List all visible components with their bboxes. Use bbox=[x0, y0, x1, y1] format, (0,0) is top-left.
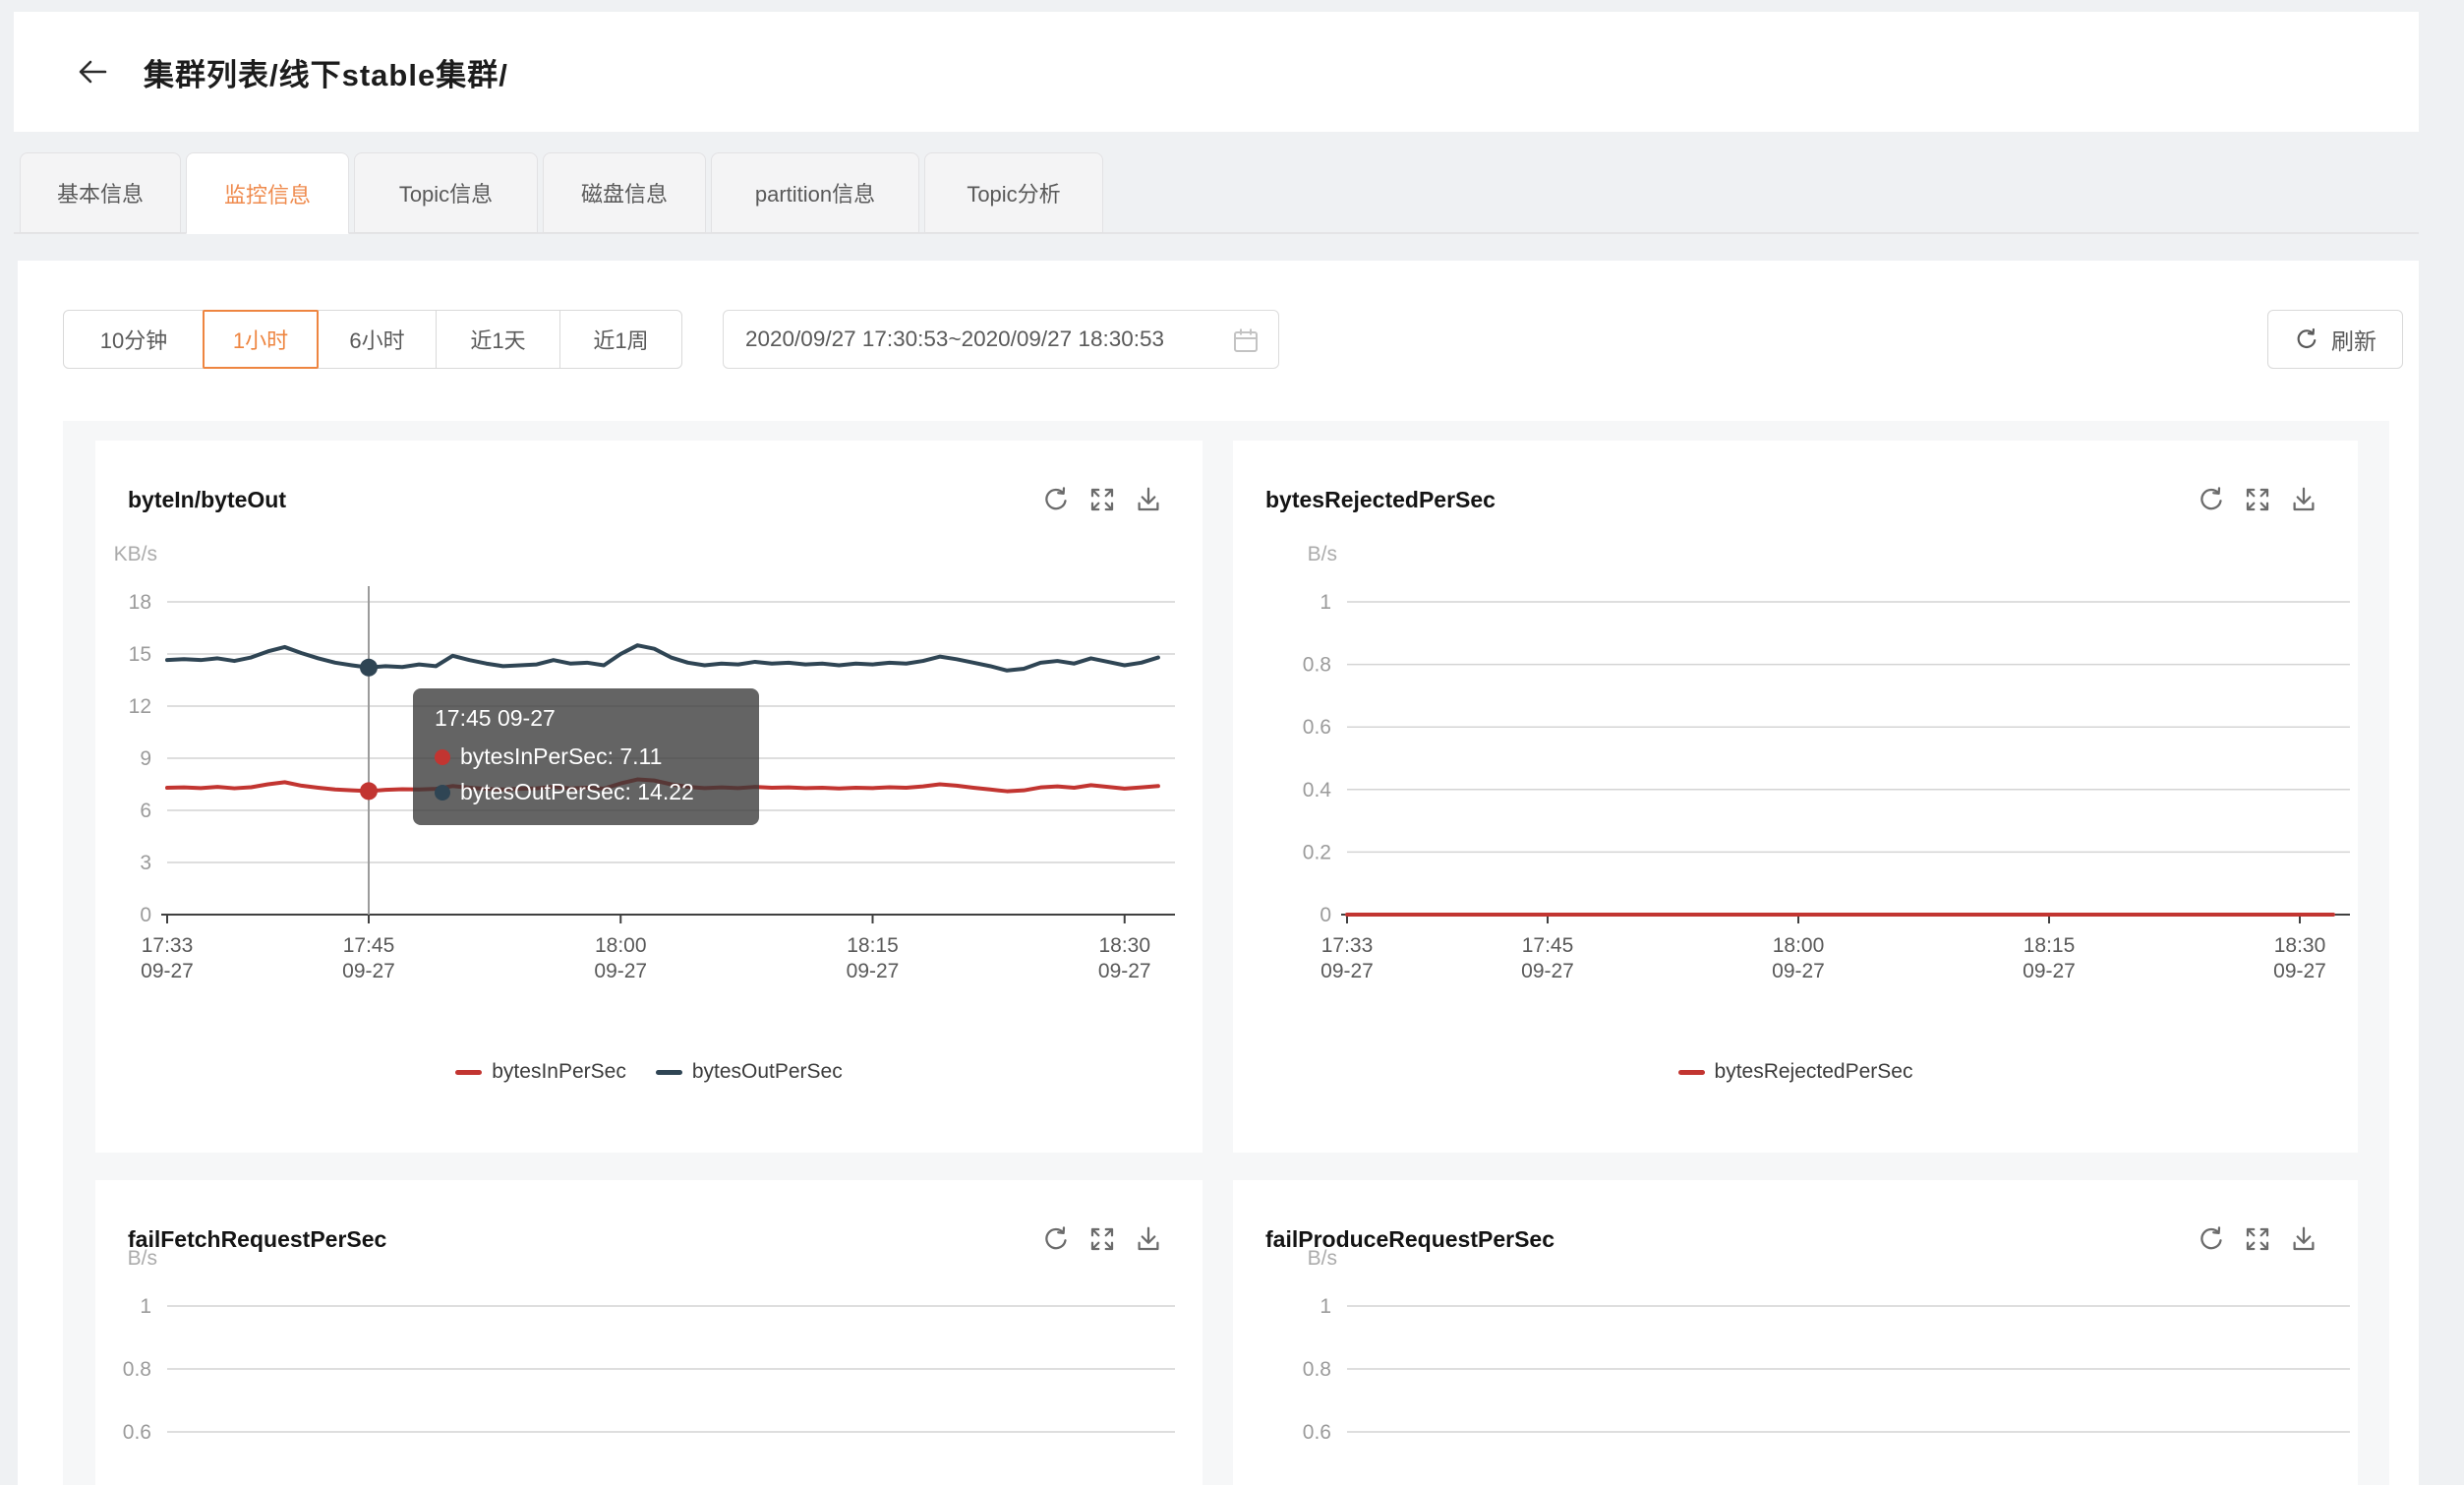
svg-text:09-27: 09-27 bbox=[2023, 960, 2076, 982]
svg-text:18:30: 18:30 bbox=[2274, 934, 2326, 957]
svg-text:0.4: 0.4 bbox=[1303, 779, 1332, 802]
svg-text:17:33: 17:33 bbox=[1321, 934, 1374, 957]
date-range-picker[interactable] bbox=[723, 310, 1279, 369]
svg-text:9: 9 bbox=[140, 747, 151, 770]
svg-text:18:15: 18:15 bbox=[847, 934, 899, 957]
legend-label: bytesRejectedPerSec bbox=[1715, 1060, 1913, 1084]
calendar-icon[interactable] bbox=[1231, 326, 1261, 360]
tab-topic-info[interactable]: Topic信息 bbox=[354, 152, 538, 233]
tab-topic-analysis[interactable]: Topic分析 bbox=[924, 152, 1103, 233]
svg-text:18:00: 18:00 bbox=[1773, 934, 1825, 957]
back-arrow-icon[interactable] bbox=[75, 55, 110, 89]
date-range-input[interactable] bbox=[724, 327, 1205, 352]
legend-dash bbox=[1678, 1070, 1705, 1075]
tab-bar: 基本信息 监控信息 Topic信息 磁盘信息 partition信息 Topic… bbox=[20, 152, 1103, 234]
svg-text:18:30: 18:30 bbox=[1098, 934, 1150, 957]
main-panel: 10分钟 1小时 6小时 近1天 近1周 刷新 byteIn/byteOut bbox=[18, 261, 2419, 1485]
range-1week-button[interactable]: 近1周 bbox=[559, 311, 681, 368]
svg-text:12: 12 bbox=[129, 695, 151, 718]
chart-plot: B/s00.20.40.60.8117:3309-2717:4509-2718:… bbox=[95, 1180, 1203, 1485]
svg-text:B/s: B/s bbox=[1308, 543, 1337, 565]
svg-text:09-27: 09-27 bbox=[594, 960, 647, 982]
legend-item[interactable]: bytesOutPerSec bbox=[656, 1060, 843, 1084]
svg-text:09-27: 09-27 bbox=[1772, 960, 1825, 982]
svg-text:09-27: 09-27 bbox=[1521, 960, 1574, 982]
svg-text:0.8: 0.8 bbox=[123, 1358, 151, 1381]
svg-text:6: 6 bbox=[140, 800, 151, 822]
tab-partition-info[interactable]: partition信息 bbox=[711, 152, 919, 233]
chart-card-bytes-rejected: bytesRejectedPerSec B/s 0 0.2 0.4 0.6 0.8 1 17:… bbox=[1233, 441, 2358, 1153]
svg-text:09-27: 09-27 bbox=[1320, 960, 1374, 982]
svg-text:0: 0 bbox=[140, 904, 151, 926]
refresh-icon bbox=[2294, 327, 2319, 352]
header-bar: 集群列表/线下stable集群/ bbox=[14, 12, 2419, 132]
svg-text:0: 0 bbox=[1320, 904, 1331, 926]
svg-text:0.8: 0.8 bbox=[1303, 654, 1331, 677]
svg-text:3: 3 bbox=[140, 852, 151, 874]
refresh-button[interactable]: 刷新 bbox=[2267, 310, 2403, 369]
svg-text:0.2: 0.2 bbox=[1303, 841, 1331, 863]
svg-text:18:00: 18:00 bbox=[595, 934, 647, 957]
svg-text:1: 1 bbox=[1320, 1295, 1331, 1318]
refresh-label: 刷新 bbox=[2331, 323, 2376, 356]
charts-grid: byteIn/byteOut KB/s036912151817:3309-271… bbox=[63, 421, 2389, 1485]
tab-basic-info[interactable]: 基本信息 bbox=[20, 152, 181, 233]
svg-text:09-27: 09-27 bbox=[141, 960, 194, 982]
chart-plot: B/s 0 0.2 0.4 0.6 0.8 1 17:33 09-27 17:45 09-27 18:… bbox=[1233, 441, 2358, 1153]
svg-text:17:33: 17:33 bbox=[142, 934, 194, 957]
svg-text:0.8: 0.8 bbox=[1303, 1358, 1331, 1381]
legend-dash bbox=[455, 1070, 482, 1075]
range-1hour-button[interactable]: 1小时 bbox=[203, 310, 319, 369]
cluster-monitor-page: { "header": { "title": "集群列表/线下stable集群/… bbox=[0, 0, 2464, 1485]
svg-text:0.6: 0.6 bbox=[1303, 1421, 1331, 1444]
svg-text:KB/s: KB/s bbox=[114, 543, 157, 565]
chart-plot: KB/s 0 3 6 9 12 15 18 17:33 09-27 17:45 09-27 18:00 0… bbox=[95, 441, 1203, 1153]
svg-text:17:45: 17:45 bbox=[1522, 934, 1574, 957]
svg-text:18: 18 bbox=[129, 591, 151, 614]
tab-disk-info[interactable]: 磁盘信息 bbox=[543, 152, 706, 233]
page-title: 集群列表/线下stable集群/ bbox=[144, 50, 508, 94]
legend-dash bbox=[656, 1070, 682, 1075]
chart-card-bytein-byteout: byteIn/byteOut KB/s036912151817:3309-271… bbox=[95, 441, 1203, 1153]
range-1day-button[interactable]: 近1天 bbox=[436, 311, 559, 368]
svg-text:09-27: 09-27 bbox=[1098, 960, 1151, 982]
svg-text:18:15: 18:15 bbox=[2024, 934, 2076, 957]
svg-text:1: 1 bbox=[1320, 591, 1331, 614]
svg-text:0.6: 0.6 bbox=[123, 1421, 151, 1444]
tab-monitor-info[interactable]: 监控信息 bbox=[186, 152, 349, 234]
legend-label: bytesOutPerSec bbox=[692, 1060, 843, 1084]
time-range-group: 10分钟 1小时 6小时 近1天 近1周 bbox=[63, 310, 682, 369]
svg-text:1: 1 bbox=[140, 1295, 151, 1318]
chart-legend: bytesInPerSec bytesOutPerSec bbox=[95, 1060, 1203, 1084]
svg-text:0.6: 0.6 bbox=[1303, 716, 1331, 739]
legend-item[interactable]: bytesRejectedPerSec bbox=[1678, 1060, 1913, 1084]
chart-plot: B/s00.20.40.60.8117:3309-2717:4509-2718:… bbox=[1233, 1180, 2358, 1485]
chart-card-fail-fetch: failFetchRequestPerSec B/s00.20.40.60.81… bbox=[95, 1180, 1203, 1485]
range-10min-button[interactable]: 10分钟 bbox=[64, 311, 204, 368]
legend-label: bytesInPerSec bbox=[492, 1060, 626, 1084]
svg-text:09-27: 09-27 bbox=[342, 960, 395, 982]
svg-text:B/s: B/s bbox=[128, 1247, 157, 1270]
chart-legend: bytesRejectedPerSec bbox=[1233, 1060, 2358, 1084]
svg-text:09-27: 09-27 bbox=[847, 960, 900, 982]
svg-text:09-27: 09-27 bbox=[2273, 960, 2326, 982]
svg-text:15: 15 bbox=[129, 643, 151, 666]
svg-text:B/s: B/s bbox=[1308, 1247, 1337, 1270]
range-6hour-button[interactable]: 6小时 bbox=[318, 311, 436, 368]
svg-text:17:45: 17:45 bbox=[343, 934, 395, 957]
chart-card-fail-produce: failProduceRequestPerSec B/s00.20.40.60.… bbox=[1233, 1180, 2358, 1485]
legend-item[interactable]: bytesInPerSec bbox=[455, 1060, 626, 1084]
